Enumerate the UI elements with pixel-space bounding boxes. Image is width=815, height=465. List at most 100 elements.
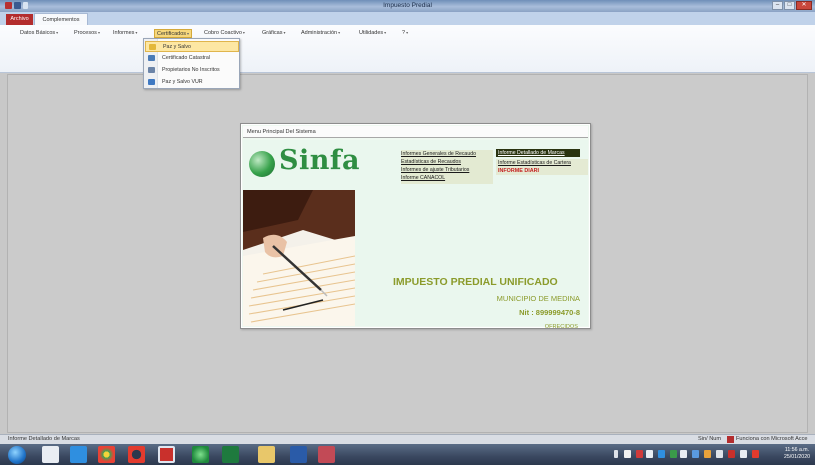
access-icon: [727, 436, 734, 443]
menu-cobro-coactivo[interactable]: Cobro Coactivo▾: [204, 30, 245, 36]
people-icon: [148, 67, 155, 73]
chevron-down-icon: ▾: [406, 30, 409, 35]
sinfa-taskbar-icon[interactable]: [192, 446, 209, 463]
network-icon[interactable]: [716, 450, 723, 458]
folder-icon[interactable]: [258, 446, 275, 463]
opera-icon[interactable]: [128, 446, 145, 463]
menu-help[interactable]: ?▾: [402, 30, 408, 36]
menu-label: Utilidades: [359, 30, 384, 36]
tray-app-icon[interactable]: [624, 450, 631, 458]
chevron-down-icon: ▾: [384, 30, 387, 35]
media-player-icon[interactable]: [70, 446, 87, 463]
document-signing-photo: [243, 190, 355, 326]
detail-reports-links: Informe Detallado de Marcas Informe Esta…: [496, 149, 588, 175]
link-informe-diario[interactable]: INFORME DIARI: [498, 168, 539, 174]
tray-antivirus-icon[interactable]: [636, 450, 643, 458]
show-hidden-icons-icon[interactable]: [614, 450, 618, 458]
menu-item-label: Paz y Salvo: [163, 44, 191, 50]
maximize-button[interactable]: □: [784, 1, 795, 10]
status-bar: Informe Detallado de Marcas Sin/ Num Fun…: [0, 434, 815, 444]
chevron-down-icon: ▾: [187, 31, 190, 36]
globe-logo-icon: [249, 151, 275, 177]
panel-header: Menu Principal Del Sistema: [243, 126, 588, 138]
menu-label: Gráficas: [262, 30, 283, 36]
access-taskbar-icon[interactable]: [158, 446, 175, 463]
tray-app-icon[interactable]: [692, 450, 699, 458]
system-tray: [614, 450, 774, 460]
link-informes-ajuste-tributarios[interactable]: Informes de ajuste Tributarios: [401, 167, 469, 173]
menu-label: Informes: [113, 30, 135, 36]
ofrecidos-label: OFRECIDOS: [544, 324, 578, 330]
windows-taskbar: 11:56 a.m. 25/01/2020: [0, 444, 815, 465]
tray-app-icon[interactable]: [658, 450, 665, 458]
menu-utilidades[interactable]: Utilidades▾: [359, 30, 386, 36]
taskbar-clock[interactable]: 11:56 a.m. 25/01/2020: [784, 447, 810, 461]
certificados-dropdown: Paz y Salvo Certificado Catastral Propie…: [143, 38, 240, 89]
menu-item-propietarios-no-inscritos[interactable]: Propietarios No Inscritos: [145, 65, 239, 76]
menu-administracion[interactable]: Administración▾: [301, 30, 340, 36]
menu-item-label: Propietarios No Inscritos: [162, 67, 220, 73]
status-text: Informe Detallado de Marcas: [8, 436, 80, 442]
link-informes-generales-recaudo[interactable]: Informes Generales de Recaudo: [401, 151, 476, 157]
document-icon: [148, 55, 155, 61]
link-estadisticas-recaudos[interactable]: Estadísticas de Recaudos: [401, 159, 461, 165]
tab-archivo[interactable]: Archivo: [6, 14, 33, 25]
chevron-down-icon: ▾: [56, 30, 59, 35]
link-informe-estadisticas-cartera[interactable]: Informe Estadísticas de Cartera: [498, 160, 571, 166]
certificate-icon: [149, 44, 156, 50]
chevron-down-icon: ▾: [135, 30, 138, 35]
clock-date: 25/01/2020: [784, 454, 810, 460]
certificate-vur-icon: [148, 79, 155, 85]
status-num-lock: Sin/ Num: [698, 436, 722, 442]
menu-item-paz-y-salvo[interactable]: Paz y Salvo: [145, 41, 239, 52]
panel-body: Sinfa Informes Generales de Recaudo Esta…: [243, 140, 588, 330]
menu-item-paz-y-salvo-vur[interactable]: Paz y Salvo VUR: [145, 77, 239, 88]
menu-graficas[interactable]: Gráficas▾: [262, 30, 286, 36]
start-button-icon[interactable]: [8, 446, 26, 464]
clock-time: 11:56 a.m.: [784, 447, 810, 453]
chevron-down-icon: ▾: [283, 30, 286, 35]
menu-label: Procesos: [74, 30, 97, 36]
app-icon[interactable]: [318, 446, 335, 463]
ribbon-tab-row: [0, 12, 815, 25]
minimize-button[interactable]: –: [772, 1, 783, 10]
close-button[interactable]: ✕: [796, 1, 812, 10]
word-icon[interactable]: [290, 446, 307, 463]
menu-item-certificado-catastral[interactable]: Certificado Catastral: [145, 53, 239, 64]
menu-label: Datos Básicos: [20, 30, 56, 36]
menu-item-label: Certificado Catastral: [162, 55, 210, 61]
menu-procesos[interactable]: Procesos▾: [74, 30, 100, 36]
menu-certificados[interactable]: Certificados▾: [154, 29, 193, 38]
access-runtime-text: Funciona con Microsoft Acce: [736, 436, 808, 442]
window-title: Impuesto Predial: [383, 2, 432, 9]
excel-icon[interactable]: [222, 446, 239, 463]
chevron-down-icon: ▾: [338, 30, 341, 35]
sinfa-logo: Sinfa: [279, 145, 360, 176]
main-menu-panel: Menu Principal Del Sistema Sinfa Informe…: [240, 123, 591, 330]
menu-datos-basicos[interactable]: Datos Básicos▾: [20, 30, 58, 36]
nit-label: Nit : 899999470-8: [519, 308, 580, 317]
chrome-icon[interactable]: [98, 446, 115, 463]
menu-item-label: Paz y Salvo VUR: [162, 79, 203, 85]
menu-label: Administración: [301, 30, 338, 36]
chevron-down-icon: ▾: [242, 30, 245, 35]
municipio-label: MUNICIPIO DE MEDINA: [496, 294, 580, 303]
volume-icon[interactable]: [740, 450, 747, 458]
tray-app-icon[interactable]: [670, 450, 677, 458]
tray-app-icon[interactable]: [646, 450, 653, 458]
tray-app-icon[interactable]: [704, 450, 711, 458]
general-reports-links: Informes Generales de Recaudo Estadístic…: [401, 150, 493, 184]
window-title-bar: Impuesto Predial – □ ✕: [0, 0, 815, 12]
panel-title: Menu Principal Del Sistema: [247, 129, 316, 135]
menu-label: Cobro Coactivo: [204, 30, 242, 36]
menu-informes[interactable]: Informes▾: [113, 30, 137, 36]
flag-icon[interactable]: [752, 450, 759, 458]
menu-label: ?: [402, 30, 406, 36]
tray-app-icon[interactable]: [728, 450, 735, 458]
tray-app-icon[interactable]: [680, 450, 687, 458]
link-informe-canacol[interactable]: Informe CANACOL: [401, 175, 445, 181]
link-informe-detallado-marcas[interactable]: Informe Detallado de Marcas: [498, 150, 565, 156]
chevron-down-icon: ▾: [97, 30, 100, 35]
explorer-icon[interactable]: [42, 446, 59, 463]
menu-label: Certificados: [157, 31, 187, 37]
